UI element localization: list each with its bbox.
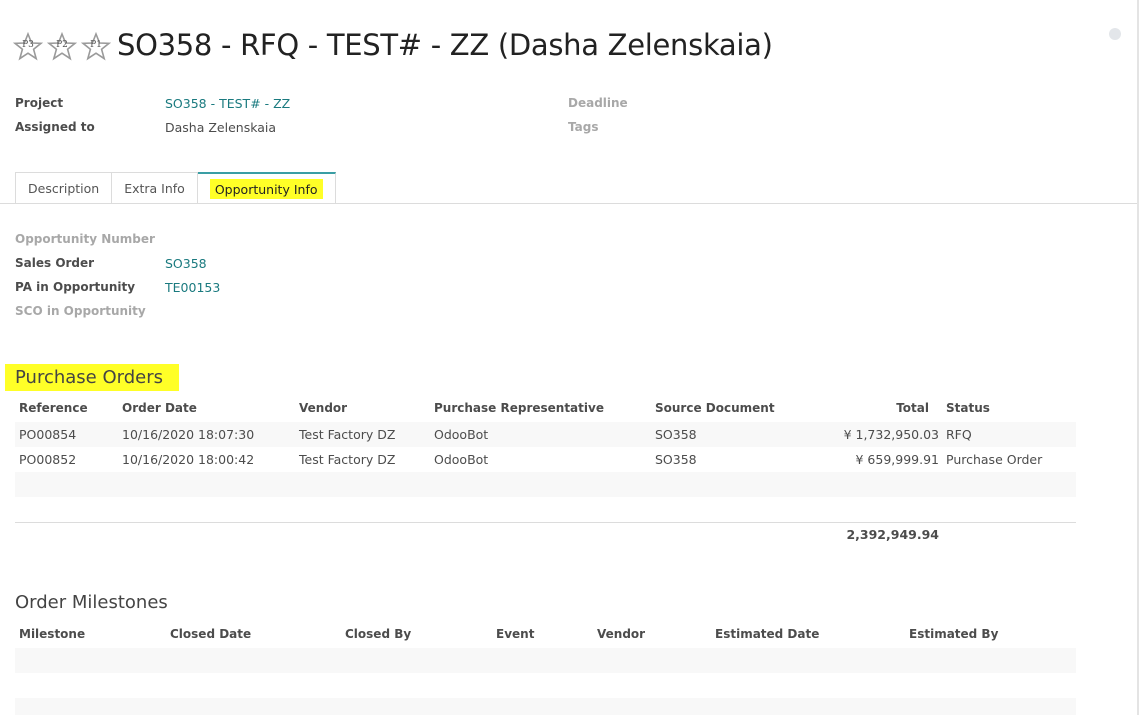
- table-footer-divider: [15, 522, 1076, 523]
- po-rep: OdooBot: [434, 452, 489, 467]
- purchase-orders-title: Purchase Orders: [5, 364, 179, 391]
- tab-extra-info[interactable]: Extra Info: [112, 172, 198, 204]
- sales-order-label: Sales Order: [15, 256, 95, 270]
- column-header[interactable]: Estimated By: [909, 627, 998, 641]
- tab-label: Extra Info: [124, 181, 185, 196]
- column-header[interactable]: Reference: [19, 401, 88, 415]
- priority-label: P2: [56, 40, 68, 50]
- po-sum-total: 2,392,949.94: [846, 527, 939, 542]
- priority-star-icon[interactable]: P1: [81, 32, 111, 62]
- tab-divider: [0, 203, 1137, 204]
- tab-description[interactable]: Description: [15, 172, 113, 204]
- column-header[interactable]: Vendor: [597, 627, 645, 641]
- column-header[interactable]: Purchase Representative: [434, 401, 604, 415]
- po-vendor: Test Factory DZ: [299, 427, 396, 442]
- tab-label: Opportunity Info: [209, 179, 323, 199]
- column-header[interactable]: Milestone: [19, 627, 85, 641]
- column-header[interactable]: Total: [880, 401, 929, 415]
- status-dot-icon[interactable]: [1109, 28, 1121, 40]
- tab-opportunity-info[interactable]: Opportunity Info: [197, 172, 336, 204]
- sales-order-link[interactable]: SO358: [165, 256, 207, 271]
- priority-star-icon[interactable]: P2: [47, 32, 77, 62]
- scrollbar-track[interactable]: [1137, 0, 1139, 715]
- po-total: ¥ 1,732,950.03: [843, 427, 939, 442]
- tab-label: Description: [28, 181, 100, 196]
- po-vendor: Test Factory DZ: [299, 452, 396, 467]
- priority-label: P1: [90, 40, 102, 50]
- priority-star-icon[interactable]: P3: [13, 32, 43, 62]
- tags-label: Tags: [568, 120, 599, 134]
- po-reference[interactable]: PO00854: [19, 427, 76, 442]
- po-rep: OdooBot: [434, 427, 489, 442]
- priority-label: P3: [22, 40, 34, 50]
- column-header[interactable]: Status: [946, 401, 990, 415]
- column-header[interactable]: Event: [496, 627, 534, 641]
- po-source: SO358: [655, 427, 697, 442]
- assigned-to-value[interactable]: Dasha Zelenskaia: [165, 120, 276, 135]
- column-header[interactable]: Closed By: [345, 627, 411, 641]
- pa-label: PA in Opportunity: [15, 280, 136, 294]
- column-header[interactable]: Source Document: [655, 401, 775, 415]
- assigned-to-label: Assigned to: [15, 120, 95, 134]
- po-source: SO358: [655, 452, 697, 467]
- project-link[interactable]: SO358 - TEST# - ZZ: [165, 96, 290, 111]
- order-milestones-title: Order Milestones: [15, 592, 168, 613]
- po-status: RFQ: [946, 427, 972, 442]
- notebook-tabs: Description Extra Info Opportunity Info: [15, 172, 336, 204]
- column-header[interactable]: Vendor: [299, 401, 347, 415]
- po-total: ¥ 659,999.91: [855, 452, 940, 467]
- column-header[interactable]: Closed Date: [170, 627, 251, 641]
- deadline-label: Deadline: [568, 96, 628, 110]
- opportunity-number-label: Opportunity Number: [15, 232, 155, 246]
- po-reference[interactable]: PO00852: [19, 452, 76, 467]
- column-header[interactable]: Order Date: [122, 401, 197, 415]
- empty-table-row: [15, 472, 1076, 497]
- empty-table-row: [15, 648, 1076, 673]
- project-label: Project: [15, 96, 64, 110]
- pa-link[interactable]: TE00153: [165, 280, 220, 295]
- column-header[interactable]: Estimated Date: [715, 627, 819, 641]
- empty-table-row: [15, 698, 1076, 715]
- priority-stars: P3 P2 P1: [13, 32, 111, 62]
- sco-label: SCO in Opportunity: [15, 304, 146, 318]
- po-order-date: 10/16/2020 18:00:42: [122, 452, 255, 467]
- page-title: SO358 - RFQ - TEST# - ZZ (Dasha Zelenska…: [117, 28, 773, 62]
- po-status: Purchase Order: [946, 452, 1043, 467]
- po-order-date: 10/16/2020 18:07:30: [122, 427, 255, 442]
